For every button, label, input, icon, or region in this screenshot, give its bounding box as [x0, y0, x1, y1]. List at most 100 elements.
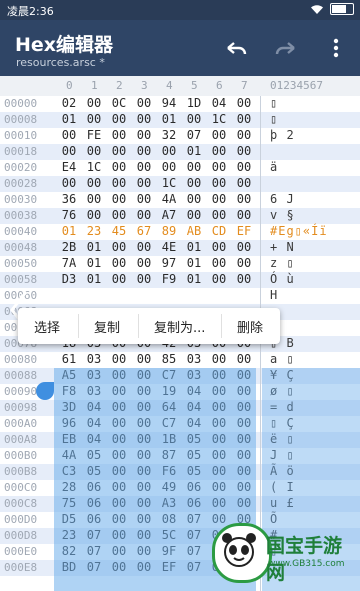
hex-byte[interactable]: 4A [158, 192, 180, 206]
hex-byte[interactable]: 32 [158, 128, 180, 142]
hex-byte[interactable]: 1C [83, 160, 105, 174]
hex-byte[interactable]: 00 [208, 272, 230, 286]
hex-byte[interactable]: 01 [183, 240, 205, 254]
hex-byte[interactable]: 01 [183, 144, 205, 158]
row-text[interactable]: ä [270, 160, 278, 174]
hex-byte[interactable]: 00 [158, 144, 180, 158]
row-text[interactable]: þ 2 [270, 128, 295, 142]
hex-byte[interactable]: 00 [133, 144, 155, 158]
hex-byte[interactable]: 00 [183, 176, 205, 190]
hex-row[interactable]: 00010 00 FE 00 00 32 07 00 00 þ 2 [0, 128, 360, 144]
hex-byte[interactable]: 03 [83, 352, 105, 366]
hex-byte[interactable]: 00 [83, 96, 105, 110]
menu-item-copy-as[interactable]: 复制为... [154, 317, 205, 336]
hex-byte[interactable]: 00 [133, 192, 155, 206]
hex-row[interactable]: 00018 00 00 00 00 00 01 00 00 [0, 144, 360, 160]
hex-byte[interactable]: 04 [208, 96, 230, 110]
hex-byte[interactable]: 00 [108, 160, 130, 174]
hex-byte[interactable]: AB [183, 224, 205, 238]
hex-byte[interactable]: 4E [158, 240, 180, 254]
hex-byte[interactable]: 00 [108, 128, 130, 142]
hex-byte[interactable]: 00 [208, 256, 230, 270]
hex-byte[interactable]: FE [83, 128, 105, 142]
hex-byte[interactable]: 00 [208, 128, 230, 142]
hex-byte[interactable]: 01 [58, 112, 80, 126]
hex-byte[interactable]: 00 [108, 176, 130, 190]
hex-byte[interactable]: 67 [133, 224, 155, 238]
hex-row[interactable]: 00038 76 00 00 00 A7 00 00 00 v § [0, 208, 360, 224]
hex-row[interactable]: 00030 36 00 00 00 4A 00 00 00 6 J [0, 192, 360, 208]
hex-byte[interactable]: 02 [58, 96, 80, 110]
redo-button[interactable] [272, 34, 300, 62]
hex-row[interactable]: 00008 01 00 00 00 01 00 1C 00 ▯ [0, 112, 360, 128]
hex-byte[interactable]: 00 [133, 176, 155, 190]
hex-byte[interactable]: 00 [108, 352, 130, 366]
hex-byte[interactable]: F9 [158, 272, 180, 286]
hex-row[interactable]: 00000 02 00 0C 00 94 1D 04 00 ▯ [0, 96, 360, 112]
hex-byte[interactable]: 23 [83, 224, 105, 238]
hex-row[interactable]: 00058 D3 01 00 00 F9 01 00 00 Ó ù [0, 272, 360, 288]
row-text[interactable]: v § [270, 208, 295, 222]
hex-byte[interactable]: 00 [83, 144, 105, 158]
row-text[interactable]: + N [270, 240, 295, 254]
hex-byte[interactable]: 00 [133, 352, 155, 366]
hex-byte[interactable]: 00 [233, 176, 255, 190]
hex-byte[interactable]: 97 [158, 256, 180, 270]
hex-byte[interactable]: 36 [58, 192, 80, 206]
row-text[interactable]: ▯ [270, 112, 278, 126]
hex-byte[interactable]: 00 [208, 208, 230, 222]
hex-byte[interactable]: 1C [208, 112, 230, 126]
hex-byte[interactable]: 07 [183, 128, 205, 142]
hex-byte[interactable]: 00 [208, 144, 230, 158]
hex-byte[interactable]: 1D [183, 96, 205, 110]
hex-byte[interactable]: 00 [233, 272, 255, 286]
hex-byte[interactable]: 00 [183, 192, 205, 206]
hex-byte[interactable]: 00 [108, 112, 130, 126]
hex-byte[interactable]: 00 [208, 192, 230, 206]
hex-byte[interactable]: 00 [133, 128, 155, 142]
hex-byte[interactable]: 0C [108, 96, 130, 110]
hex-byte[interactable]: 00 [233, 160, 255, 174]
hex-byte[interactable]: 01 [183, 272, 205, 286]
row-text[interactable]: H [270, 288, 278, 302]
hex-byte[interactable]: 00 [133, 256, 155, 270]
row-text[interactable]: ▯ [270, 96, 278, 110]
hex-byte[interactable]: 00 [233, 144, 255, 158]
hex-byte[interactable]: A7 [158, 208, 180, 222]
hex-byte[interactable]: 00 [208, 176, 230, 190]
hex-byte[interactable]: 00 [183, 160, 205, 174]
hex-byte[interactable]: 00 [108, 192, 130, 206]
hex-byte[interactable]: 00 [133, 96, 155, 110]
hex-byte[interactable]: 00 [233, 208, 255, 222]
hex-byte[interactable]: 01 [183, 256, 205, 270]
hex-byte[interactable]: 00 [83, 192, 105, 206]
hex-byte[interactable]: 94 [158, 96, 180, 110]
hex-byte[interactable]: 89 [158, 224, 180, 238]
hex-byte[interactable]: 00 [233, 96, 255, 110]
hex-row[interactable]: 00050 7A 01 00 00 97 01 00 00 z ▯ [0, 256, 360, 272]
hex-byte[interactable]: 00 [133, 208, 155, 222]
menu-item-copy[interactable]: 复制 [94, 317, 120, 336]
hex-byte[interactable]: 45 [108, 224, 130, 238]
hex-byte[interactable]: 00 [208, 240, 230, 254]
hex-byte[interactable]: 00 [233, 192, 255, 206]
hex-row[interactable]: 00048 2B 01 00 00 4E 01 00 00 + N [0, 240, 360, 256]
hex-row[interactable]: 00020 E4 1C 00 00 00 00 00 00 ä [0, 160, 360, 176]
hex-row[interactable]: 00040 01 23 45 67 89 AB CD EF #Eg▯«Íï [0, 224, 360, 240]
hex-row[interactable]: 00060 H [0, 288, 360, 304]
selection-handle[interactable] [36, 382, 54, 400]
hex-byte[interactable]: 01 [83, 240, 105, 254]
hex-byte[interactable]: 01 [58, 224, 80, 238]
hex-byte[interactable]: 00 [133, 112, 155, 126]
hex-byte[interactable]: 00 [183, 112, 205, 126]
hex-byte[interactable]: 2B [58, 240, 80, 254]
hex-byte[interactable]: 00 [108, 272, 130, 286]
row-text[interactable]: 6 J [270, 192, 295, 206]
hex-byte[interactable]: 00 [133, 240, 155, 254]
hex-byte[interactable]: 00 [233, 352, 255, 366]
hex-byte[interactable]: 00 [58, 176, 80, 190]
hex-byte[interactable]: 00 [83, 112, 105, 126]
hex-byte[interactable]: 00 [233, 112, 255, 126]
hex-byte[interactable]: 00 [108, 240, 130, 254]
hex-byte[interactable]: 00 [133, 272, 155, 286]
